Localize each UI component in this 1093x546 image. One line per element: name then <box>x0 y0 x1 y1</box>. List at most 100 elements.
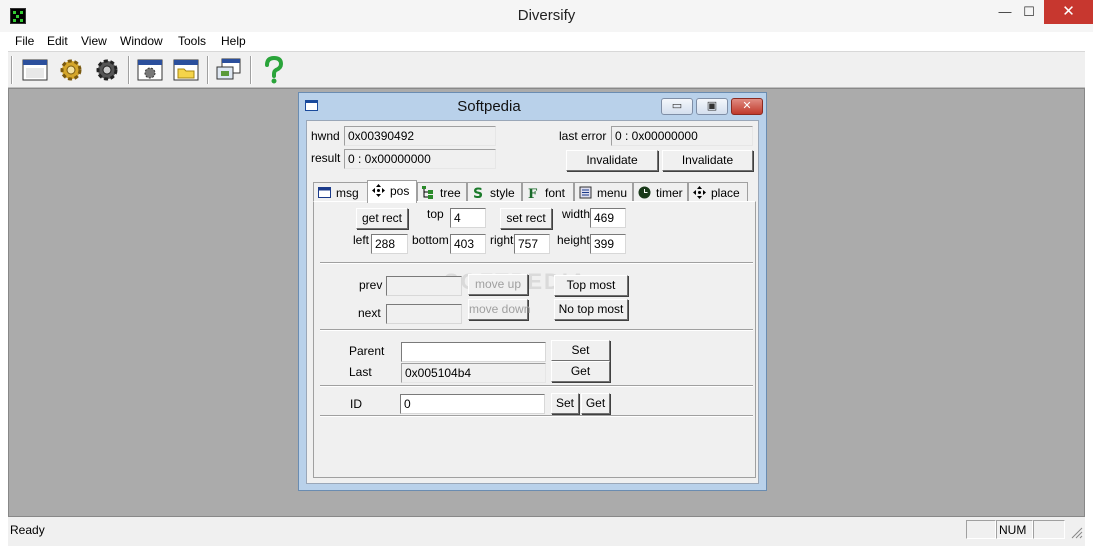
top-most-button[interactable]: Top most <box>554 275 628 296</box>
next-field[interactable] <box>386 304 462 324</box>
tab-timer[interactable]: timer <box>633 182 688 202</box>
menu-edit[interactable]: Edit <box>47 34 68 48</box>
id-label: ID <box>350 397 362 411</box>
tab-label: style <box>490 186 515 200</box>
result-field[interactable]: 0 : 0x00000000 <box>344 149 496 169</box>
tab-msg[interactable]: msg <box>313 182 368 202</box>
bottom-label: bottom <box>412 233 449 247</box>
last-label: Last <box>349 365 372 379</box>
tab-label: tree <box>440 186 461 200</box>
next-label: next <box>358 306 381 320</box>
right-input[interactable]: 757 <box>514 234 550 254</box>
title-bar: Diversify — ☐ ✕ <box>0 0 1093 32</box>
invalidate-button-2[interactable]: Invalidate <box>662 150 753 171</box>
invalidate-button[interactable]: Invalidate <box>566 150 658 171</box>
separator <box>320 385 753 387</box>
parent-input[interactable] <box>401 342 546 362</box>
left-label: left <box>353 233 370 247</box>
last-get-button[interactable]: Get <box>551 361 610 382</box>
menu-bar: File Edit View Window Tools Help <box>8 32 1085 51</box>
move-arrows-icon <box>372 184 385 197</box>
tree-icon <box>422 186 433 199</box>
top-input[interactable]: 4 <box>450 208 486 228</box>
tab-panel-pos: SOFTPEDIA get rect top 4 set rect width … <box>313 201 756 478</box>
move-down-button[interactable]: move down <box>468 299 530 320</box>
id-input[interactable]: 0 <box>400 394 545 414</box>
tab-pos[interactable]: pos <box>367 180 417 203</box>
svg-text:F: F <box>528 187 538 199</box>
tab-label: menu <box>597 186 628 200</box>
window-title: Diversify <box>517 7 576 24</box>
tab-menu[interactable]: menu <box>574 182 633 202</box>
separator <box>320 415 753 417</box>
toolbar-separator <box>128 56 130 84</box>
window-network-icon[interactable] <box>214 55 244 85</box>
tab-tree[interactable]: tree <box>417 182 467 202</box>
menu-view[interactable]: View <box>81 34 107 48</box>
child-close-button[interactable]: ✕ <box>731 98 763 115</box>
menu-file[interactable]: File <box>15 34 34 48</box>
maximize-button[interactable]: ☐ <box>1012 0 1046 24</box>
left-input[interactable]: 288 <box>371 234 408 254</box>
right-label: right <box>490 233 514 247</box>
window-gear-icon[interactable] <box>135 55 165 85</box>
move-arrows-icon <box>693 186 706 199</box>
tab-style[interactable]: Sstyle <box>467 182 522 202</box>
no-top-most-button[interactable]: No top most <box>554 299 628 320</box>
child-title: Softpedia <box>457 98 521 115</box>
hwnd-field[interactable]: 0x00390492 <box>344 126 496 146</box>
clock-icon <box>638 186 651 199</box>
parent-label: Parent <box>349 344 385 358</box>
tab-label: place <box>711 186 740 200</box>
menu-list-icon <box>579 186 592 199</box>
menu-tools[interactable]: Tools <box>178 34 206 48</box>
child-title-bar[interactable]: Softpedia ▭ ▣ ✕ <box>299 93 766 119</box>
close-button[interactable]: ✕ <box>1044 0 1093 24</box>
toolbar <box>8 51 1085 88</box>
menu-help[interactable]: Help <box>221 34 246 48</box>
width-input[interactable]: 469 <box>590 208 626 228</box>
window-icon <box>318 187 331 198</box>
toolbar-separator <box>250 56 252 84</box>
child-client-area: hwnd 0x00390492 result 0 : 0x00000000 la… <box>306 120 759 484</box>
last-field[interactable]: 0x005104b4 <box>401 363 546 383</box>
tab-strip: msg pos tree Sstyle Ffont menu timer pla… <box>313 180 757 203</box>
toolbar-separator <box>207 56 209 84</box>
status-panel-scroll <box>1033 520 1065 539</box>
tab-label: pos <box>390 184 410 198</box>
tab-label: msg <box>336 186 359 200</box>
status-panel-caps <box>966 520 996 539</box>
height-input[interactable]: 399 <box>590 234 626 254</box>
tab-place[interactable]: place <box>688 182 748 202</box>
dollar-style-icon: S <box>473 186 483 199</box>
separator <box>320 262 753 264</box>
prev-label: prev <box>359 278 383 292</box>
resize-grip-icon[interactable] <box>1071 527 1083 539</box>
id-get-button[interactable]: Get <box>581 393 610 414</box>
window-folder-icon[interactable] <box>171 55 201 85</box>
separator <box>320 329 753 331</box>
gear-dark-icon[interactable] <box>92 55 122 85</box>
tab-font[interactable]: Ffont <box>522 182 574 202</box>
set-rect-button[interactable]: set rect <box>500 208 552 229</box>
child-window: Softpedia ▭ ▣ ✕ hwnd 0x00390492 result 0… <box>298 92 767 491</box>
help-question-icon[interactable] <box>258 55 288 85</box>
gear-icon[interactable] <box>56 55 86 85</box>
id-set-button[interactable]: Set <box>551 393 579 414</box>
child-restore-button[interactable]: ▣ <box>696 98 728 115</box>
status-bar: Ready NUM <box>8 517 1085 546</box>
top-label: top <box>427 207 444 221</box>
font-f-icon: F <box>528 187 538 199</box>
child-minimize-button[interactable]: ▭ <box>661 98 693 115</box>
tab-label: timer <box>656 186 683 200</box>
last-error-field[interactable]: 0 : 0x00000000 <box>611 126 753 146</box>
bottom-input[interactable]: 403 <box>450 234 486 254</box>
menu-window[interactable]: Window <box>120 34 163 48</box>
move-up-button[interactable]: move up <box>468 274 528 295</box>
height-label: height <box>557 233 590 247</box>
window-icon[interactable] <box>20 55 50 85</box>
prev-field[interactable] <box>386 276 462 296</box>
result-label: result <box>311 151 341 165</box>
parent-set-button[interactable]: Set <box>551 340 610 361</box>
get-rect-button[interactable]: get rect <box>356 208 408 229</box>
